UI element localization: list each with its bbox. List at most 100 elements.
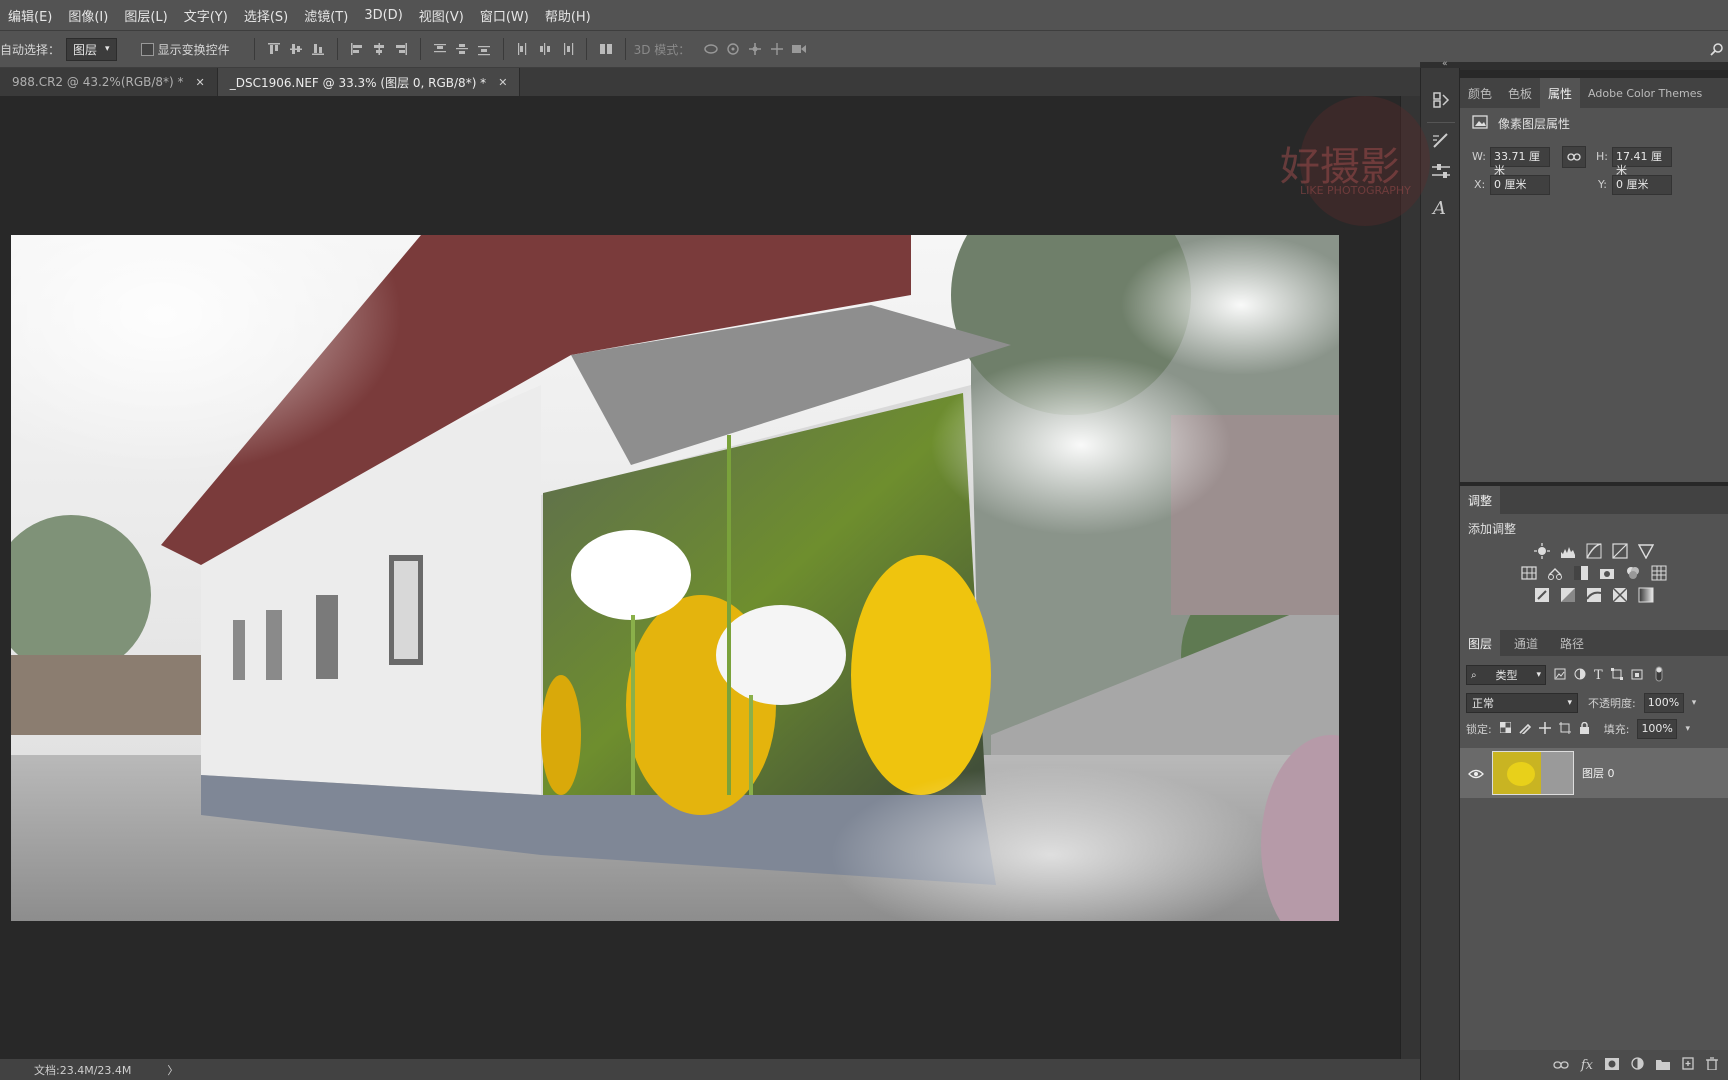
history-icon[interactable]	[1431, 90, 1451, 114]
menu-type[interactable]: 文字(Y)	[176, 6, 236, 25]
rotate-3d-icon[interactable]	[700, 38, 722, 60]
channel-mixer-icon[interactable]	[1625, 565, 1641, 581]
adjust-sliders-icon[interactable]	[1431, 162, 1451, 184]
vibrance-icon[interactable]	[1637, 543, 1655, 560]
filter-smart-object-icon[interactable]	[1631, 668, 1643, 683]
brightness-icon[interactable]	[1534, 543, 1550, 559]
tab-layers[interactable]: 图层	[1460, 630, 1501, 656]
distribute-bottom-icon[interactable]	[473, 38, 495, 60]
new-layer-icon[interactable]	[1682, 1057, 1694, 1073]
height-field[interactable]: 17.41 厘米	[1612, 147, 1672, 177]
auto-select-dropdown[interactable]: 图层 ▾	[66, 37, 117, 61]
levels-icon[interactable]	[1560, 543, 1576, 559]
gradient-map-icon[interactable]	[1638, 587, 1654, 603]
align-top-icon[interactable]	[263, 38, 285, 60]
pan-3d-icon[interactable]	[744, 38, 766, 60]
kind-filter-dropdown[interactable]: ⌕ 类型 ▾	[1466, 665, 1546, 685]
distribute-left-icon[interactable]	[512, 38, 534, 60]
filter-type-icon[interactable]: T	[1594, 668, 1603, 683]
color-lookup-icon[interactable]	[1651, 565, 1667, 581]
mask-icon[interactable]	[1605, 1057, 1619, 1073]
folder-icon[interactable]	[1656, 1058, 1670, 1073]
tab-properties[interactable]: 属性	[1540, 78, 1581, 108]
y-field[interactable]: 0 厘米	[1612, 175, 1672, 195]
align-left-icon[interactable]	[346, 38, 368, 60]
chevron-down-icon[interactable]: ▾	[1685, 724, 1690, 734]
tab-swatches[interactable]: 色板	[1500, 78, 1540, 108]
menu-edit[interactable]: 编辑(E)	[0, 6, 60, 25]
color-balance-icon[interactable]	[1547, 565, 1563, 581]
lock-transparent-icon[interactable]	[1499, 721, 1512, 736]
vertical-scrollbar[interactable]	[1400, 96, 1420, 1059]
link-layers-icon[interactable]	[1553, 1058, 1569, 1072]
show-transform-checkbox[interactable]	[140, 42, 154, 56]
lock-all-icon[interactable]	[1579, 721, 1590, 737]
curves-icon[interactable]	[1586, 543, 1602, 559]
new-adjustment-icon[interactable]	[1631, 1057, 1644, 1073]
align-bottom-icon[interactable]	[307, 38, 329, 60]
menu-image[interactable]: 图像(I)	[60, 6, 116, 25]
filter-shape-icon[interactable]	[1610, 667, 1623, 683]
menu-view[interactable]: 视图(V)	[411, 6, 472, 25]
auto-align-icon[interactable]	[595, 38, 617, 60]
filter-toggle-icon[interactable]	[1655, 666, 1663, 685]
tab-adobe-color-themes[interactable]: Adobe Color Themes	[1580, 78, 1710, 108]
black-white-icon[interactable]	[1573, 565, 1589, 581]
menu-help[interactable]: 帮助(H)	[537, 6, 599, 25]
align-hcenter-icon[interactable]	[368, 38, 390, 60]
menu-select[interactable]: 选择(S)	[236, 6, 296, 25]
filter-pixel-icon[interactable]	[1554, 668, 1566, 683]
eye-icon[interactable]	[1468, 764, 1484, 783]
posterize-icon[interactable]	[1560, 587, 1576, 603]
menu-window[interactable]: 窗口(W)	[472, 6, 537, 25]
blend-mode-dropdown[interactable]: 正常 ▾	[1466, 693, 1578, 713]
lock-position-icon[interactable]	[1538, 721, 1551, 737]
menu-layer[interactable]: 图层(L)	[116, 6, 175, 25]
x-field[interactable]: 0 厘米	[1490, 175, 1550, 195]
brush-icon[interactable]	[1431, 132, 1451, 154]
trash-icon[interactable]	[1706, 1057, 1718, 1073]
fill-field[interactable]: 100%	[1637, 719, 1678, 739]
photo-filter-icon[interactable]	[1599, 565, 1615, 581]
lock-pixels-icon[interactable]	[1519, 722, 1531, 737]
distribute-hcenter-icon[interactable]	[534, 38, 556, 60]
opacity-field[interactable]: 100%	[1643, 693, 1684, 713]
status-arrow-icon[interactable]: 〉	[167, 1062, 178, 1078]
panel-collapse-bar[interactable]: «	[1420, 59, 1728, 70]
align-vcenter-icon[interactable]	[285, 38, 307, 60]
lock-artboard-icon[interactable]	[1558, 721, 1571, 737]
filter-adjustment-icon[interactable]	[1574, 668, 1586, 683]
layer-thumbnail[interactable]	[1492, 751, 1574, 795]
distribute-right-icon[interactable]	[556, 38, 578, 60]
tab-channels[interactable]: 通道	[1506, 630, 1546, 656]
layer-row[interactable]: 图层 0	[1460, 748, 1728, 798]
menu-3d[interactable]: 3D(D)	[356, 8, 410, 23]
width-field[interactable]: 33.71 厘米	[1490, 147, 1550, 177]
tab-paths[interactable]: 路径	[1552, 630, 1592, 656]
chevron-down-icon[interactable]: ▾	[1692, 698, 1697, 708]
close-icon[interactable]: ✕	[498, 76, 507, 89]
selective-color-icon[interactable]	[1612, 587, 1628, 603]
hue-saturation-icon[interactable]	[1521, 565, 1537, 581]
align-right-icon[interactable]	[390, 38, 412, 60]
distribute-vcenter-icon[interactable]	[451, 38, 473, 60]
fx-icon[interactable]: fx	[1581, 1058, 1593, 1073]
roll-3d-icon[interactable]	[722, 38, 744, 60]
distribute-top-icon[interactable]	[429, 38, 451, 60]
fill-label: 填充:	[1603, 723, 1630, 736]
scale-3d-icon[interactable]	[788, 38, 810, 60]
character-icon[interactable]: A	[1433, 198, 1446, 219]
slide-3d-icon[interactable]	[766, 38, 788, 60]
menu-filter[interactable]: 滤镜(T)	[296, 6, 356, 25]
invert-icon[interactable]	[1534, 587, 1550, 603]
link-icon[interactable]	[1562, 146, 1586, 168]
tab-color[interactable]: 颜色	[1460, 78, 1500, 108]
tab-document-1[interactable]: 988.CR2 @ 43.2%(RGB/8*) * ✕	[0, 68, 218, 96]
tab-adjustments[interactable]: 调整	[1460, 486, 1501, 514]
threshold-icon[interactable]	[1586, 587, 1602, 603]
search-icon[interactable]	[1706, 38, 1728, 60]
close-icon[interactable]: ✕	[196, 76, 205, 89]
tab-document-2[interactable]: _DSC1906.NEF @ 33.3% (图层 0, RGB/8*) * ✕	[217, 68, 521, 96]
exposure-icon[interactable]	[1612, 543, 1628, 559]
document-image[interactable]	[11, 235, 1339, 921]
